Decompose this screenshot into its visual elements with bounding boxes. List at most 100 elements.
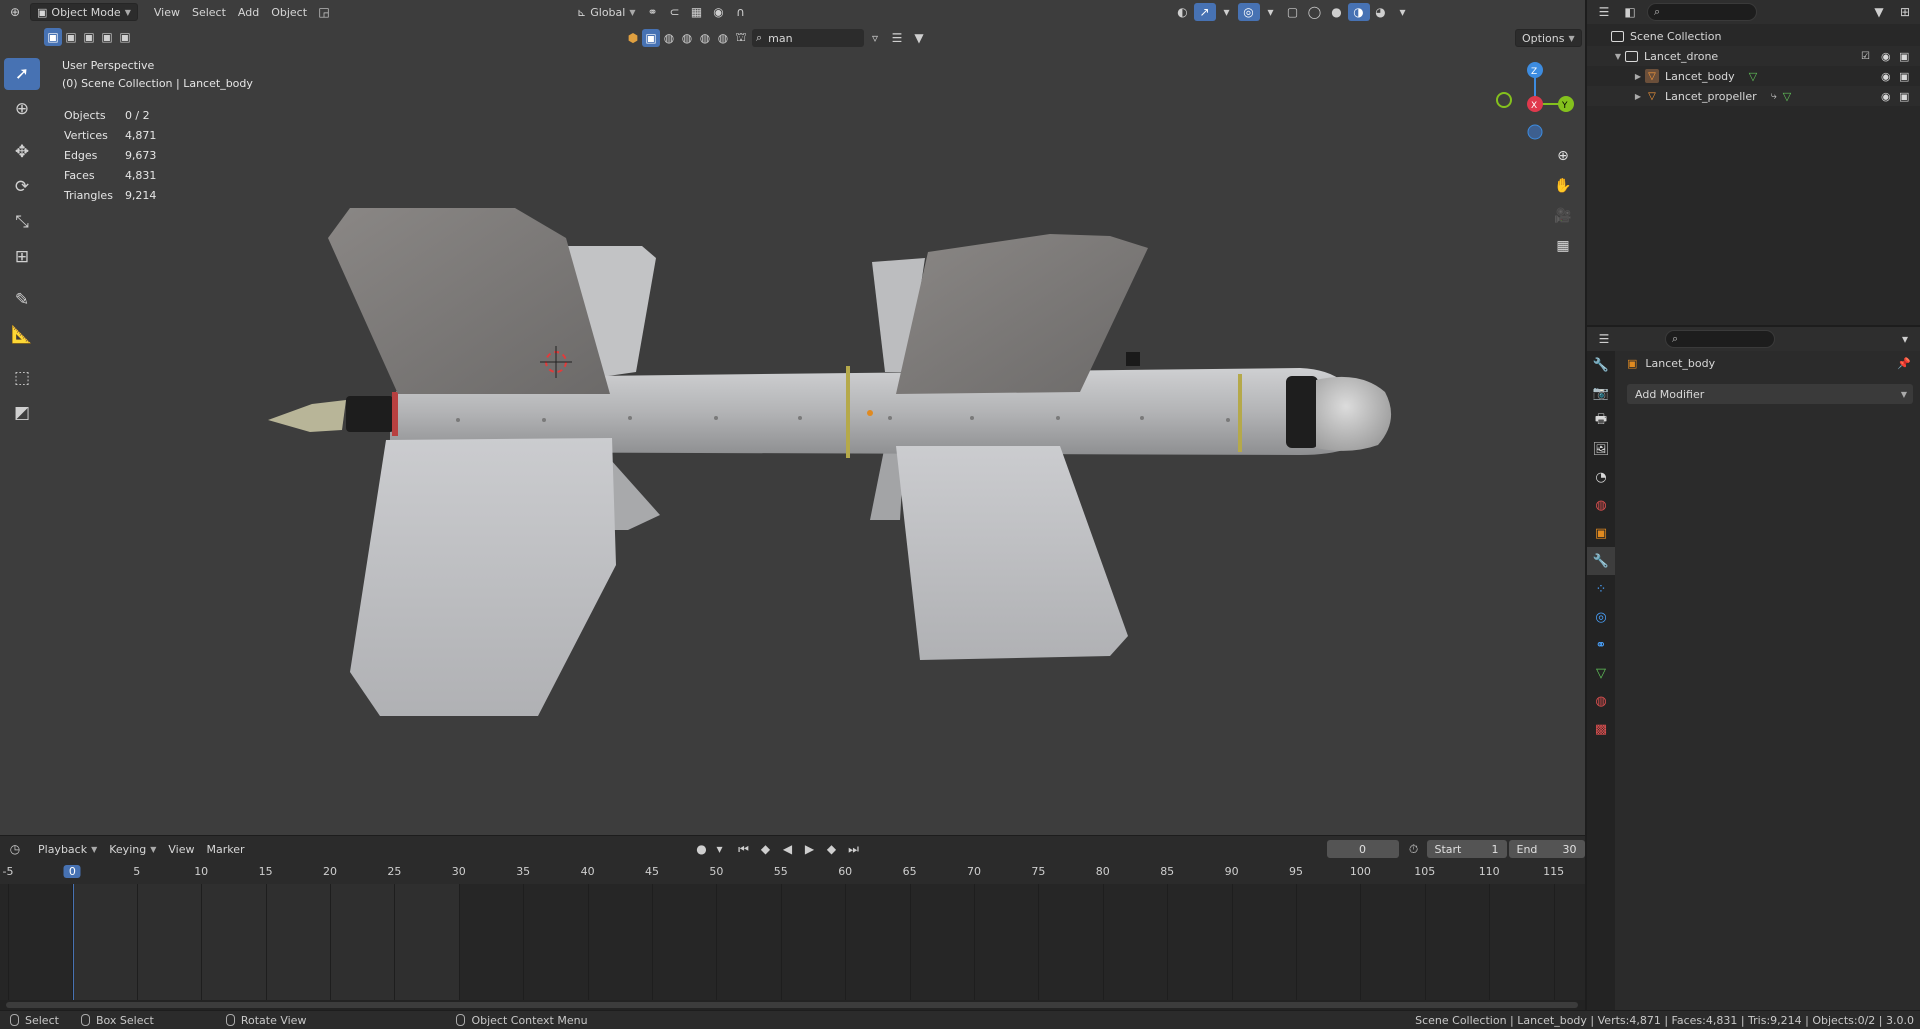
- stopwatch-icon[interactable]: ⏱: [1403, 840, 1425, 858]
- physics-tab-icon[interactable]: ◎: [1587, 603, 1615, 631]
- pan-hand-icon[interactable]: ✋: [1550, 173, 1576, 199]
- yellow-band: [846, 366, 850, 458]
- scene-tab-icon[interactable]: ◔: [1587, 463, 1615, 491]
- eye-icon[interactable]: ◉: [1881, 50, 1891, 63]
- filter-icon[interactable]: ▼: [1868, 3, 1890, 21]
- outliner-editor-icon[interactable]: ☰: [1593, 3, 1615, 21]
- neg-y-axis-icon[interactable]: [1496, 92, 1512, 108]
- playhead-label[interactable]: 0: [63, 865, 81, 878]
- menu-label: Keying: [109, 842, 147, 856]
- outliner-row-lancet-drone[interactable]: ▼ Lancet_drone ☑ ◉ ▣: [1587, 46, 1920, 66]
- mesh-data-icon[interactable]: ▽: [1783, 90, 1791, 103]
- texture-tab-icon[interactable]: ▩: [1587, 715, 1615, 743]
- menu-view[interactable]: View: [162, 840, 200, 858]
- mesh-object-icon: ▽: [1648, 90, 1656, 102]
- camera-icon[interactable]: ▣: [1899, 90, 1909, 103]
- frame-tick-label: 110: [1478, 865, 1500, 878]
- frame-grid-line: [136, 884, 138, 1000]
- jump-start-icon[interactable]: ⏮: [733, 840, 755, 858]
- frame-tick-label: 75: [1031, 865, 1046, 878]
- add-modifier-label: Add Modifier: [1635, 387, 1705, 401]
- properties-editor-icon[interactable]: ☰: [1593, 330, 1615, 348]
- frame-grid-line: [1296, 884, 1297, 1000]
- eye-icon[interactable]: ◉: [1881, 90, 1891, 103]
- constraints-tab-icon[interactable]: ⚭: [1587, 631, 1615, 659]
- ortho-grid-icon[interactable]: ▦: [1550, 233, 1576, 259]
- frame-grid-line: [265, 884, 267, 1000]
- properties-search-input[interactable]: ⌕: [1665, 330, 1775, 348]
- clock-icon[interactable]: ◷: [4, 840, 26, 858]
- frame-tick-label: 10: [194, 865, 209, 878]
- current-frame-field[interactable]: 0: [1326, 840, 1399, 858]
- mouse-middle-icon: [225, 1014, 235, 1026]
- zoom-icon[interactable]: ⊕: [1550, 143, 1576, 169]
- outliner-editor[interactable]: ☰ ◧ ⌕ ▼ ⊞ Scene Collection ▼ Lancet_dron…: [1587, 0, 1920, 325]
- outliner-row-scene-collection[interactable]: Scene Collection: [1587, 26, 1920, 46]
- outliner-search-input[interactable]: ⌕: [1647, 3, 1757, 21]
- collection-icon: [1611, 30, 1624, 42]
- navigation-gizmo[interactable]: Z X Y: [1488, 58, 1578, 142]
- outliner-row-lancet-propeller[interactable]: ▶ ▽ Lancet_propeller ⤷ ▽ ◉ ▣: [1587, 86, 1920, 106]
- modifier-tab-icon[interactable]: 🔧: [1587, 547, 1615, 575]
- drone-model[interactable]: [0, 0, 1585, 835]
- frame-ruler[interactable]: -5 0 5 10 15 20 25 30 35 40 45 50 55 60 65 70 75 80 85 90 95…: [0, 862, 1585, 884]
- mesh-data-icon[interactable]: ▽: [1749, 70, 1757, 83]
- header-dropdown-icon[interactable]: ▾: [1894, 330, 1916, 348]
- frame-grid-line: [523, 884, 525, 1000]
- mouse-left-icon: [10, 1014, 19, 1026]
- field-label: Start: [1434, 842, 1462, 856]
- 3d-viewport[interactable]: ⊕ ▣ Object Mode ▼ View Select Add Object…: [0, 0, 1585, 835]
- menu-marker[interactable]: Marker: [200, 840, 250, 858]
- view-layer-tab-icon[interactable]: 🖼: [1587, 435, 1615, 463]
- properties-editor[interactable]: ☰ ⌕ ▾ 🔧 📷 🖶 🖼 ◔ ◍ ▣ 🔧 ⁘ ◎ ⚭ ▽ ◍ ▩ ▣ Lanc…: [1587, 327, 1920, 1010]
- tool-tab-icon[interactable]: 🔧: [1587, 351, 1615, 379]
- timeline-scrollbar[interactable]: [6, 1002, 1578, 1008]
- expand-closed-icon[interactable]: ▶: [1631, 72, 1645, 81]
- record-icon[interactable]: ●: [691, 840, 713, 858]
- frame-tick-label: 85: [1160, 865, 1175, 878]
- next-keyframe-icon[interactable]: ◆: [821, 840, 843, 858]
- play-icon[interactable]: ▶: [799, 840, 821, 858]
- neg-z-axis-icon[interactable]: [1527, 124, 1543, 140]
- motor-housing: [346, 396, 394, 432]
- record-dropdown-icon[interactable]: ▾: [713, 840, 727, 858]
- prev-keyframe-icon[interactable]: ◆: [755, 840, 777, 858]
- output-tab-icon[interactable]: 🖶: [1587, 407, 1615, 435]
- row-label: Scene Collection: [1630, 29, 1722, 43]
- timeline-editor[interactable]: ◷ Playback ▼ Keying ▼ View Marker ● ▾ ⏮ ◆ …: [0, 836, 1585, 1010]
- particles-tab-icon[interactable]: ⁘: [1587, 575, 1615, 603]
- frame-grid-line: [1553, 884, 1555, 1000]
- outliner-row-lancet-body[interactable]: ▶ ▽ Lancet_body ▽ ◉ ▣: [1587, 66, 1920, 86]
- frame-grid-line: [1102, 884, 1104, 1000]
- frame-tick-label: 95: [1289, 865, 1303, 878]
- play-reverse-icon[interactable]: ◀: [777, 840, 799, 858]
- constraint-icon[interactable]: ⤷: [1771, 89, 1777, 103]
- menu-keying[interactable]: Keying ▼: [103, 840, 162, 858]
- material-tab-icon[interactable]: ◍: [1587, 687, 1615, 715]
- status-text: Rotate View: [240, 1013, 307, 1027]
- camera-icon[interactable]: ▣: [1899, 70, 1909, 83]
- add-modifier-dropdown[interactable]: Add Modifier ▼: [1627, 384, 1913, 404]
- expand-closed-icon[interactable]: ▶: [1631, 92, 1645, 101]
- render-tab-icon[interactable]: 📷: [1587, 379, 1615, 407]
- world-tab-icon[interactable]: ◍: [1587, 491, 1615, 519]
- start-frame-field[interactable]: Start 1: [1426, 840, 1507, 858]
- keyframe-area[interactable]: [0, 884, 1585, 1000]
- checkbox-icon[interactable]: ☑: [1861, 51, 1870, 62]
- object-tab-icon[interactable]: ▣: [1587, 519, 1615, 547]
- end-frame-field[interactable]: End 30: [1508, 840, 1585, 858]
- data-tab-icon[interactable]: ▽: [1587, 659, 1615, 687]
- pin-icon[interactable]: 📌: [1897, 357, 1911, 370]
- display-mode-icon[interactable]: ◧: [1619, 3, 1641, 21]
- eye-icon[interactable]: ◉: [1881, 70, 1891, 83]
- status-rotate: Rotate View: [225, 1013, 307, 1027]
- camera-icon[interactable]: ▣: [1899, 50, 1909, 63]
- frame-grid-line: [1360, 884, 1362, 1000]
- expand-open-icon[interactable]: ▼: [1611, 52, 1625, 61]
- new-collection-icon[interactable]: ⊞: [1894, 3, 1916, 21]
- menu-playback[interactable]: Playback ▼: [32, 840, 103, 858]
- frame-tick-label: 55: [773, 865, 788, 878]
- camera-view-icon[interactable]: 🎥: [1550, 203, 1576, 229]
- frame-tick-label: 15: [258, 865, 273, 878]
- jump-end-icon[interactable]: ⏭: [843, 840, 865, 858]
